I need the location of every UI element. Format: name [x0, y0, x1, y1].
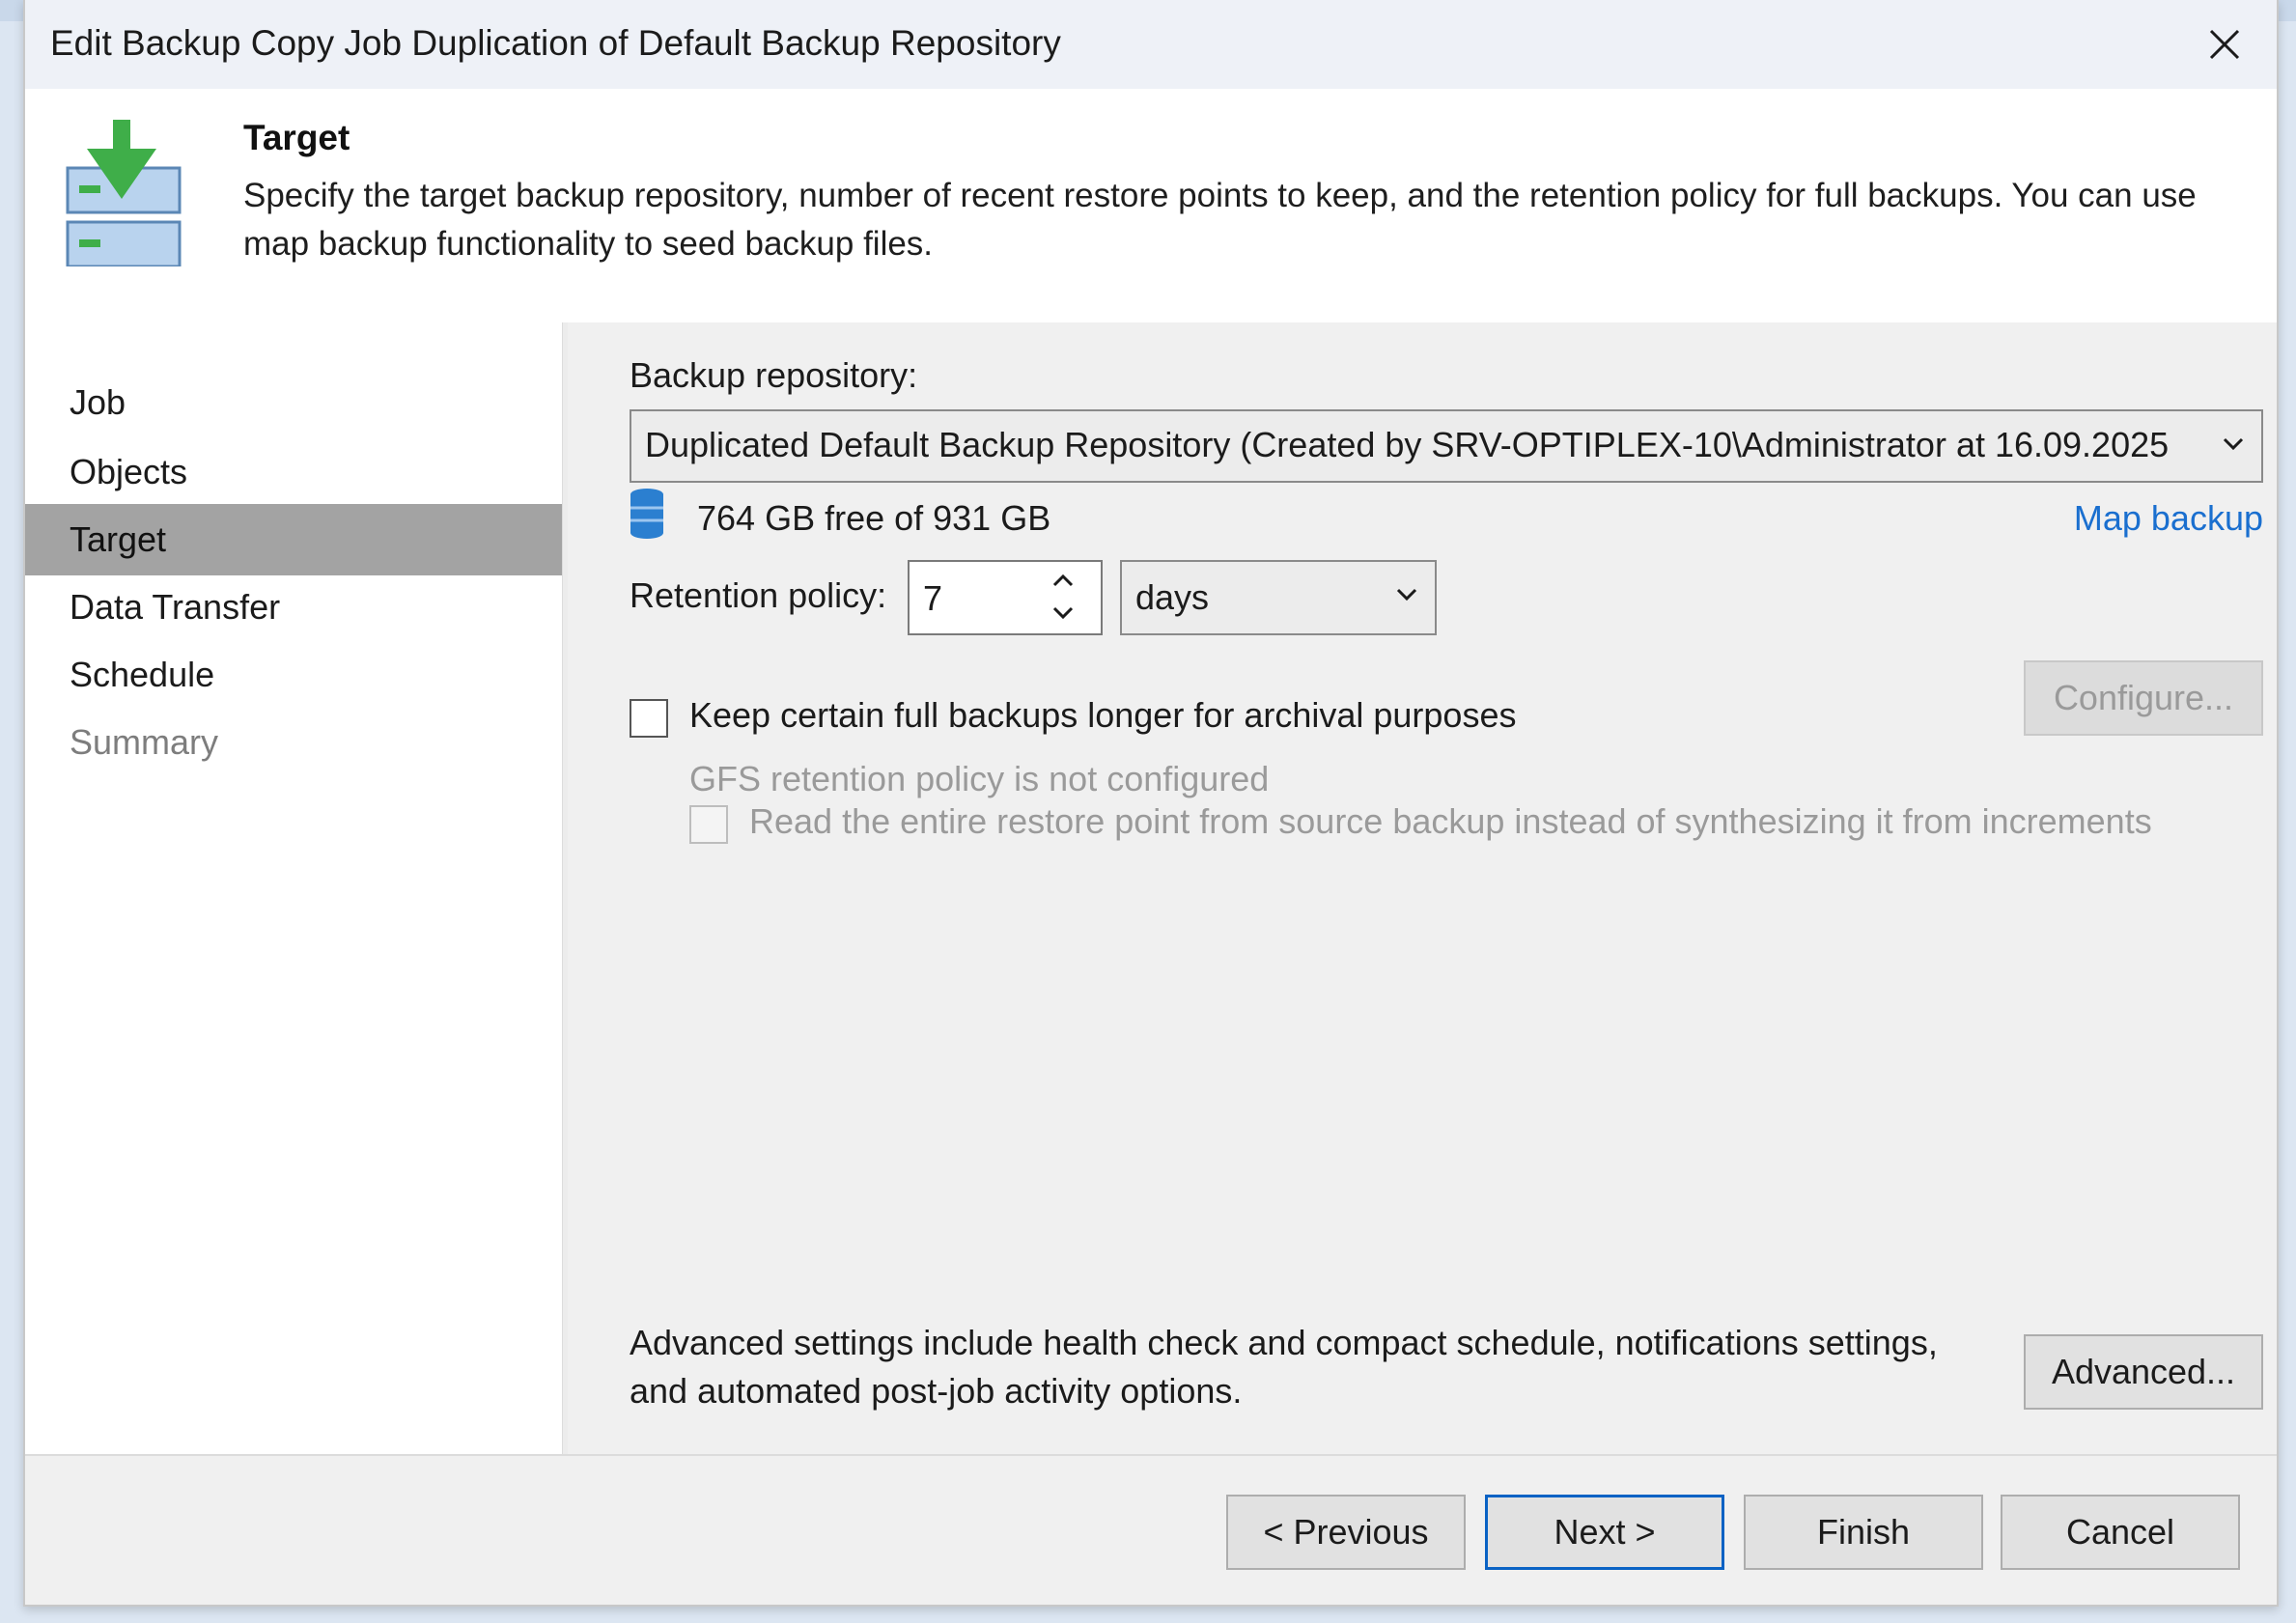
- sidebar-item-data-transfer[interactable]: Data Transfer: [25, 572, 562, 643]
- wizard-footer: < Previous Next > Finish Cancel: [25, 1456, 2277, 1605]
- repository-free-space: 764 GB free of 931 GB: [697, 498, 1051, 538]
- close-icon: [2209, 29, 2240, 60]
- retention-unit-value: days: [1135, 577, 1210, 617]
- retention-policy-stepper: [908, 560, 1103, 635]
- sidebar-item-objects[interactable]: Objects: [25, 436, 562, 508]
- chevron-up-icon[interactable]: [1047, 566, 1079, 595]
- read-entire-restore-point-label: Read the entire restore point from sourc…: [749, 801, 2152, 841]
- step-title: Target: [243, 118, 350, 157]
- backup-repository-value: Duplicated Default Backup Repository (Cr…: [645, 425, 2170, 464]
- gfs-status-text: GFS retention policy is not configured: [689, 759, 1270, 798]
- retention-policy-input[interactable]: [921, 572, 1022, 626]
- retention-policy-label: Retention policy:: [630, 575, 887, 615]
- backup-target-icon: [41, 102, 205, 268]
- database-icon: [630, 489, 663, 539]
- sidebar-item-target[interactable]: Target: [25, 504, 562, 575]
- advanced-settings-description: Advanced settings include health check a…: [630, 1323, 1938, 1411]
- map-backup-link[interactable]: Map backup: [2074, 498, 2263, 539]
- title-bar: Edit Backup Copy Job Duplication of Defa…: [25, 0, 2277, 89]
- window-title: Edit Backup Copy Job Duplication of Defa…: [50, 23, 1061, 63]
- sidebar-item-summary: Summary: [70, 722, 219, 762]
- backup-repository-label: Backup repository:: [630, 355, 918, 395]
- next-button[interactable]: Next >: [1485, 1495, 1724, 1570]
- finish-button[interactable]: Finish: [1744, 1495, 1983, 1570]
- sidebar-item-schedule[interactable]: Schedule: [25, 639, 562, 711]
- chevron-down-icon: [2223, 437, 2244, 451]
- wizard-steps-sidebar: Job Objects Target Data Transfer Schedul…: [25, 322, 562, 1454]
- cancel-button[interactable]: Cancel: [2001, 1495, 2240, 1570]
- advanced-button[interactable]: Advanced...: [2024, 1334, 2263, 1410]
- keep-full-backups-checkbox[interactable]: [630, 699, 668, 738]
- chevron-down-icon[interactable]: [1047, 599, 1079, 628]
- retention-unit-dropdown[interactable]: days: [1120, 560, 1437, 635]
- step-header: Target Specify the target backup reposit…: [25, 89, 2277, 322]
- configure-button[interactable]: Configure...: [2024, 660, 2263, 736]
- edit-backup-copy-job-dialog: Edit Backup Copy Job Duplication of Defa…: [23, 0, 2279, 1607]
- chevron-down-icon: [1396, 588, 1417, 602]
- previous-button[interactable]: < Previous: [1226, 1495, 1466, 1570]
- sidebar-item-job[interactable]: Job: [25, 367, 562, 438]
- keep-full-backups-label: Keep certain full backups longer for arc…: [689, 695, 1517, 735]
- step-description: Specify the target backup repository, nu…: [243, 177, 2197, 263]
- backup-repository-dropdown[interactable]: Duplicated Default Backup Repository (Cr…: [630, 409, 2263, 483]
- close-button[interactable]: [2194, 14, 2255, 75]
- target-settings-panel: Backup repository: Duplicated Default Ba…: [568, 322, 2277, 1454]
- screen: Edit Backup Copy Job Duplication of Defa…: [0, 0, 2296, 1623]
- read-entire-restore-point-checkbox[interactable]: [689, 805, 728, 844]
